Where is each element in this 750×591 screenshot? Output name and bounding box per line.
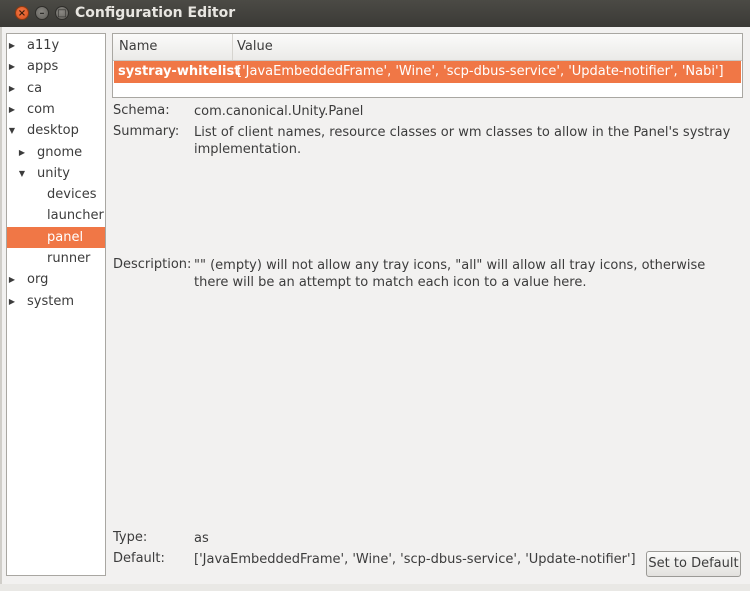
type-value: as [194, 531, 209, 546]
window-title: Configuration Editor [75, 5, 236, 21]
tree-item-label: devices [47, 187, 97, 203]
tree-item-label: system [27, 293, 74, 309]
collapsed-arrow-icon[interactable]: ▶ [7, 78, 17, 99]
key-name: systray-whitelist [118, 64, 241, 79]
tree-item-label: com [27, 101, 55, 117]
collapsed-arrow-icon[interactable]: ▶ [7, 291, 17, 312]
tree-item-com[interactable]: ▶ com [7, 99, 105, 120]
window-edge [0, 27, 2, 591]
tree-item-label: org [27, 272, 49, 288]
expanded-arrow-icon[interactable]: ▼ [17, 163, 27, 184]
column-header-name[interactable]: Name [113, 34, 233, 60]
table-row[interactable]: systray-whitelist ['JavaEmbeddedFrame', … [114, 61, 741, 83]
tree-item-ca[interactable]: ▶ ca [7, 78, 105, 99]
collapsed-arrow-icon[interactable]: ▶ [7, 56, 17, 77]
tree-item-label: desktop [27, 123, 79, 139]
bottom-edge [0, 584, 750, 591]
tree-item-launcher[interactable]: launcher [7, 205, 105, 226]
close-icon[interactable]: × [15, 6, 29, 20]
tree-item-gnome[interactable]: ▶ gnome [7, 142, 105, 163]
schema-label: Schema: [113, 103, 170, 118]
description-text: "" (empty) will not allow any tray icons… [194, 258, 706, 290]
tree-item-label: gnome [37, 144, 83, 160]
tree-item-unity[interactable]: ▼ unity [7, 163, 105, 184]
tree-item-panel[interactable]: panel [7, 226, 105, 248]
collapsed-arrow-icon[interactable]: ▶ [7, 269, 17, 290]
default-value: ['JavaEmbeddedFrame', 'Wine', 'scp-dbus-… [194, 552, 636, 567]
tree-item-org[interactable]: ▶ org [7, 269, 105, 290]
type-label: Type: [113, 530, 148, 545]
tree-item-devices[interactable]: devices [7, 184, 105, 205]
set-to-default-button[interactable]: Set to Default [646, 551, 741, 577]
description-label: Description: [113, 257, 192, 272]
minimize-icon[interactable]: – [35, 6, 49, 20]
expanded-arrow-icon[interactable]: ▼ [7, 120, 17, 141]
summary-text: List of client names, resource classes o… [194, 125, 731, 157]
default-label: Default: [113, 551, 165, 566]
tree-item-label: ca [27, 80, 43, 96]
table-header: Name Value [113, 34, 742, 61]
tree-item-label: apps [27, 59, 59, 75]
title-bar: × – □ Configuration Editor [0, 0, 750, 27]
collapsed-arrow-icon[interactable]: ▶ [17, 142, 27, 163]
collapsed-arrow-icon[interactable]: ▶ [7, 35, 17, 56]
collapsed-arrow-icon[interactable]: ▶ [7, 99, 17, 120]
schema-value: com.canonical.Unity.Panel [194, 104, 364, 119]
tree-item-a11y[interactable]: ▶ a11y [7, 35, 105, 56]
tree-item-label: runner [47, 251, 91, 266]
column-header-value[interactable]: Value [233, 34, 273, 60]
tree-item-runner[interactable]: runner [7, 248, 105, 269]
schema-tree[interactable]: ▶ a11y ▶ apps ▶ ca ▶ com ▼ desktop ▶ gnome ▼ unity dev… [6, 33, 106, 576]
maximize-icon[interactable]: □ [55, 6, 69, 20]
key-value[interactable]: ['JavaEmbeddedFrame', 'Wine', 'scp-dbus-… [237, 61, 724, 83]
summary-label: Summary: [113, 124, 180, 139]
tree-item-system[interactable]: ▶ system [7, 291, 105, 312]
tree-item-label: panel [47, 229, 84, 245]
keys-table[interactable]: Name Value systray-whitelist ['JavaEmbed… [112, 33, 743, 98]
tree-item-apps[interactable]: ▶ apps [7, 56, 105, 77]
tree-item-label: unity [37, 165, 70, 181]
tree-item-label: launcher [47, 208, 104, 224]
tree-item-desktop[interactable]: ▼ desktop [7, 120, 105, 141]
tree-item-label: a11y [27, 38, 60, 53]
